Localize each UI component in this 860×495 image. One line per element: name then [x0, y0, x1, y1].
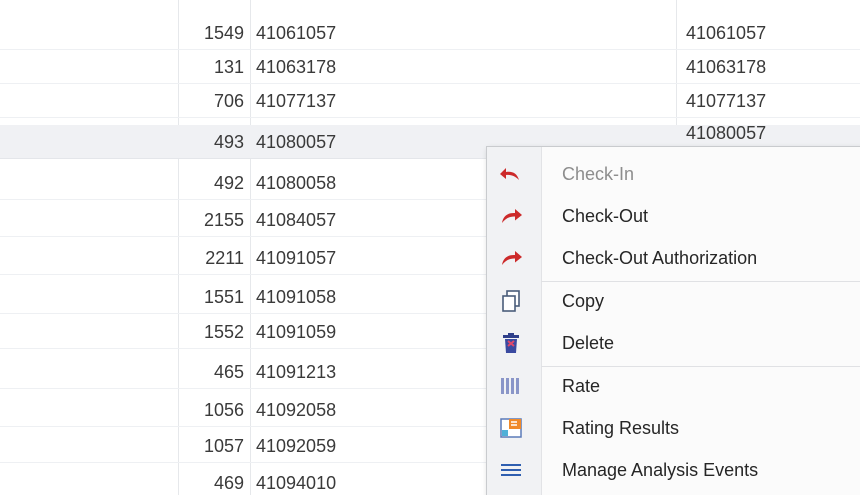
menu-item-label: Check-Out Authorization	[562, 248, 758, 268]
menu-item-label: Rate	[562, 376, 601, 396]
row-code-cell: 41092059	[256, 436, 337, 456]
menu-item-label: Rating Results	[562, 418, 680, 438]
menu-item-check-out[interactable]: Check-Out	[487, 195, 860, 237]
row-code-cell: 41091059	[256, 322, 337, 342]
undo-arrow-icon	[499, 162, 523, 186]
copy-icon	[499, 289, 523, 313]
table-row[interactable]: 706 41077137 41077137	[0, 84, 860, 118]
row-id-cell: 1549	[203, 23, 244, 43]
row-id-cell: 131	[213, 57, 244, 77]
row-code2-cell: 41061057	[686, 23, 767, 43]
row-code-cell: 41084057	[256, 210, 337, 230]
row-id-cell: 492	[213, 173, 244, 193]
row-code-cell: 41091213	[256, 362, 337, 382]
row-code-cell: 41091057	[256, 248, 337, 268]
rate-bars-icon	[499, 374, 523, 398]
menu-item-rate[interactable]: Rate	[487, 365, 860, 407]
redo-arrow-icon	[499, 204, 523, 228]
row-code-cell: 41080058	[256, 173, 337, 193]
menu-item-check-out-authorization[interactable]: Check-Out Authorization	[487, 237, 860, 279]
row-code-cell: 41061057	[256, 23, 337, 43]
menu-item-label: Check-In	[562, 164, 635, 184]
row-id-cell: 465	[213, 362, 244, 382]
row-id-cell: 493	[213, 132, 244, 152]
menu-item-label: Check-Out	[562, 206, 649, 226]
context-menu: Check-In Check-Out Check-Out Authorizati…	[486, 146, 860, 495]
redo-arrow-icon	[499, 246, 523, 270]
menu-item-copy[interactable]: Copy	[487, 280, 860, 322]
row-id-cell: 2155	[203, 210, 244, 230]
row-id-cell: 1056	[203, 400, 244, 420]
row-code2-cell: 41080057	[686, 123, 767, 143]
row-code-cell: 41091058	[256, 287, 337, 307]
list-lines-icon	[499, 458, 523, 482]
application-window: 1549 41061057 41061057 131 41063178 4106…	[0, 0, 860, 495]
row-code-cell: 41077137	[256, 91, 337, 111]
row-code-cell: 41080057	[256, 132, 337, 152]
menu-item-label: Manage Analysis Events	[562, 460, 759, 480]
row-code-cell: 41092058	[256, 400, 337, 420]
row-id-cell: 1551	[203, 287, 244, 307]
row-code-cell: 41063178	[256, 57, 337, 77]
row-id-cell: 1057	[203, 436, 244, 456]
table-row[interactable]: 131 41063178 41063178	[0, 50, 860, 84]
row-code-cell: 41094010	[256, 473, 337, 493]
menu-item-manage-analysis-events[interactable]: Manage Analysis Events	[487, 449, 860, 491]
menu-item-check-in[interactable]: Check-In	[487, 153, 860, 195]
row-id-cell: 706	[213, 91, 244, 111]
trash-icon	[499, 331, 523, 355]
row-id-cell: 469	[213, 473, 244, 493]
rating-results-icon	[499, 416, 523, 440]
row-id-cell: 2211	[205, 248, 244, 268]
menu-item-label: Copy	[562, 291, 605, 311]
menu-item-rating-results[interactable]: Rating Results	[487, 407, 860, 449]
row-code2-cell: 41077137	[686, 91, 767, 111]
table-row[interactable]: 1549 41061057 41061057	[0, 16, 860, 50]
menu-item-delete[interactable]: Delete	[487, 322, 860, 364]
row-id-cell: 1552	[203, 322, 244, 342]
row-code2-cell: 41063178	[686, 57, 767, 77]
menu-item-label: Delete	[562, 333, 615, 353]
